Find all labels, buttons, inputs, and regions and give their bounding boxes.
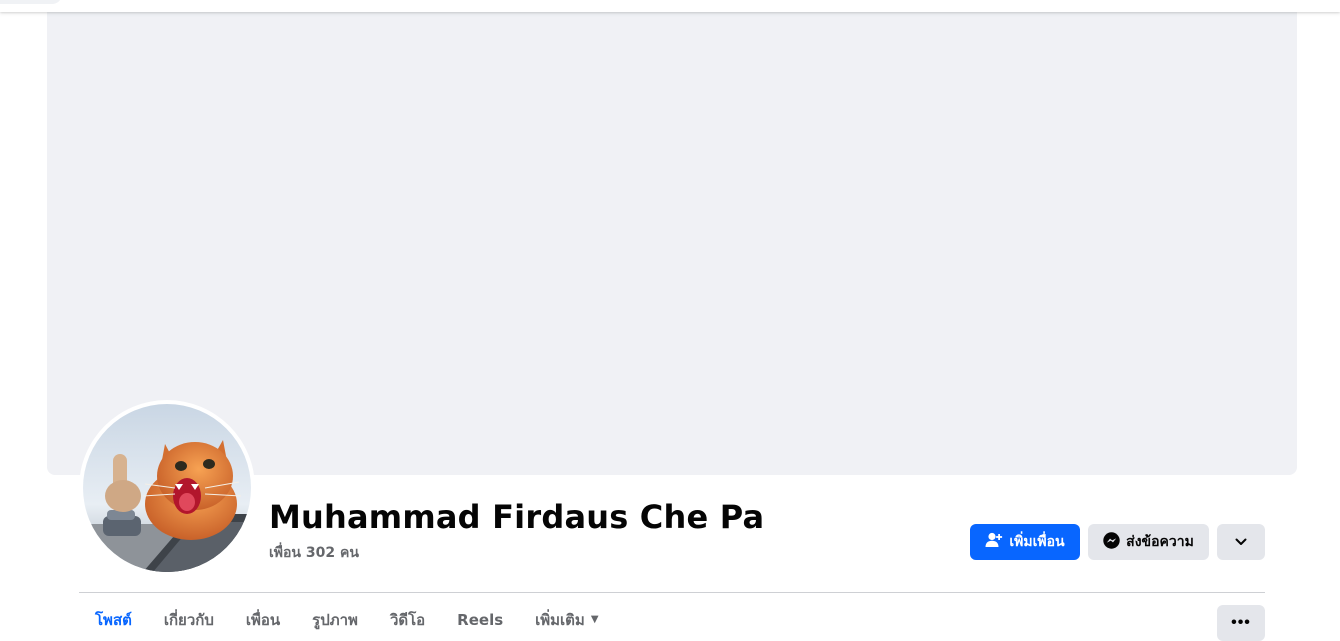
profile-tabs: โพสต์ เกี่ยวกับ เพื่อน รูปภาพ วิดีโอ Ree…: [79, 600, 615, 639]
search-box[interactable]: [0, 0, 62, 4]
profile-name: Muhammad Firdaus Che Pa: [269, 498, 765, 536]
tab-more-label: เพิ่มเติม: [535, 610, 585, 629]
tab-videos[interactable]: วิดีโอ: [374, 600, 441, 639]
tab-reels[interactable]: Reels: [441, 600, 519, 639]
profile-divider: [79, 592, 1265, 593]
send-message-label: ส่งข้อความ: [1126, 534, 1194, 550]
profile-picture[interactable]: [83, 404, 251, 572]
chevron-down-icon: [1235, 534, 1247, 550]
send-message-button[interactable]: ส่งข้อความ: [1088, 524, 1209, 560]
messenger-icon: [1103, 531, 1120, 553]
tab-posts-label: โพสต์: [95, 610, 132, 629]
cover-photo[interactable]: [47, 0, 1297, 475]
tab-posts[interactable]: โพสต์: [79, 600, 148, 639]
profile-picture-frame[interactable]: [79, 400, 255, 576]
tab-photos[interactable]: รูปภาพ: [296, 600, 374, 639]
person-plus-icon: [985, 532, 1003, 552]
ellipsis-icon: •••: [1231, 614, 1251, 631]
caret-down-icon: ▼: [590, 614, 599, 625]
add-friend-button[interactable]: เพิ่มเพื่อน: [970, 524, 1080, 560]
tab-reels-label: Reels: [457, 610, 504, 629]
tab-friends[interactable]: เพื่อน: [230, 600, 296, 639]
tab-friends-label: เพื่อน: [245, 610, 281, 629]
tab-about[interactable]: เกี่ยวกับ: [148, 600, 230, 639]
tab-about-label: เกี่ยวกับ: [163, 610, 214, 629]
friends-count[interactable]: เพื่อน 302 คน: [269, 542, 359, 564]
more-options-dropdown-button[interactable]: [1217, 524, 1265, 560]
add-friend-label: เพิ่มเพื่อน: [1009, 534, 1065, 550]
tab-photos-label: รูปภาพ: [312, 610, 358, 629]
top-navigation-bar: [0, 0, 1340, 12]
ellipsis-menu-button[interactable]: •••: [1217, 605, 1265, 641]
tab-more[interactable]: เพิ่มเติม ▼: [519, 600, 614, 639]
profile-picture-image: [83, 404, 251, 572]
tab-videos-label: วิดีโอ: [389, 610, 426, 629]
